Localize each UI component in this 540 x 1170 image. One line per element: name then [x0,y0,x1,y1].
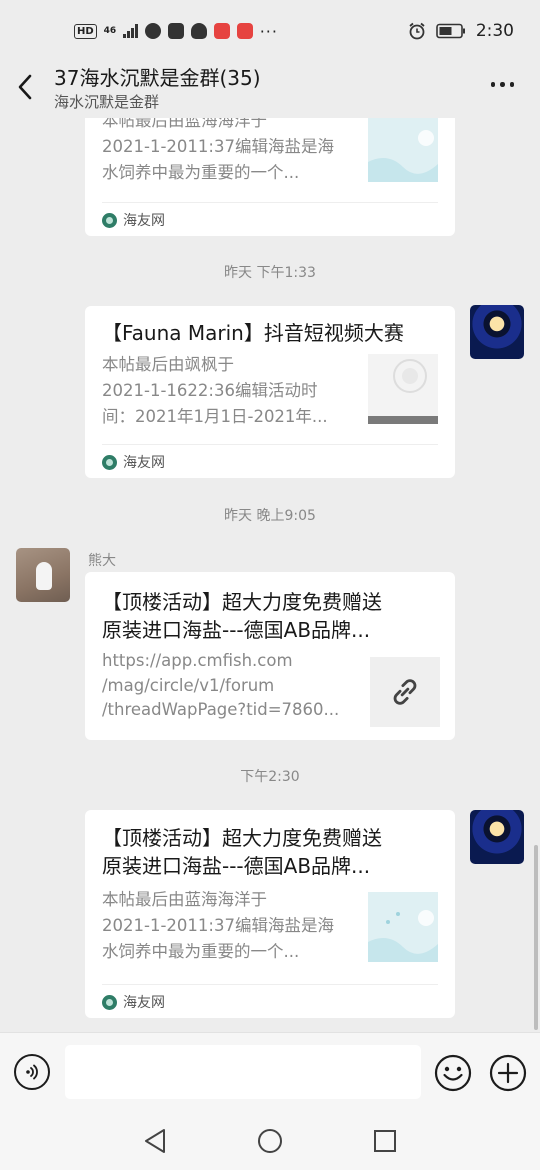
article-card[interactable]: 本帖最后由蓝海海洋于 2021-1-2011:37编辑海盐是海 水饲养中最为重要… [85,118,455,236]
battery-icon [436,23,465,39]
article-description: 本帖最后由蓝海海洋于 2021-1-2011:37编辑海盐是海 水饲养中最为重要… [102,890,334,961]
divider [102,984,438,985]
divider [102,202,438,203]
link-url: https://app.cmfish.com /mag/circle/v1/fo… [102,651,340,719]
link-icon [393,679,417,705]
article-source: 海友网 [102,210,165,230]
status-bar: HD 46 ··· 2:30 [0,0,540,62]
sender-avatar[interactable] [16,548,70,602]
hd-indicator: HD [74,23,97,39]
chat-subtitle: 海水沉默是金群 [54,93,160,111]
network-type: 46 [103,25,117,36]
message-timestamp: 昨天 下午1:33 [224,265,316,281]
app-notification-icon [144,23,161,39]
more-notifications-icon: ··· [259,21,278,41]
qq-icon [190,23,207,39]
article-description: 本帖最后由飒枫于 2021-1-1622:36编辑活动时 间：2021年1月1日… [102,355,328,426]
article-source: 海友网 [102,452,165,472]
scrollbar[interactable] [534,845,538,1030]
link-thumbnail [370,657,440,727]
link-title: 【顶楼活动】超大力度免费赠送 原装进口海盐---德国AB品牌... [102,590,382,642]
more-options-icon[interactable] [490,82,514,87]
source-logo-icon [102,212,117,228]
voice-input-button[interactable] [14,1054,50,1090]
nav-back-icon[interactable] [140,1126,170,1156]
article-thumbnail [368,354,438,424]
article-card[interactable]: 【Fauna Marin】抖音短视频大赛 本帖最后由飒枫于 2021-1-162… [85,306,455,478]
sender-name: 熊大 [88,553,116,569]
clock: 2:30 [475,21,514,41]
source-logo-icon [102,454,117,470]
chat-title: 37海水沉默是金群(35) [54,66,261,90]
article-title: 【Fauna Marin】抖音短视频大赛 [102,321,404,345]
my-avatar[interactable] [470,810,524,864]
message-timestamp: 下午2:30 [240,769,300,785]
app-notification-icon [167,23,184,39]
signal-icon [123,24,138,38]
article-thumbnail [368,892,438,962]
my-avatar[interactable] [470,305,524,359]
chat-header: 37海水沉默是金群(35) 海水沉默是金群 [0,62,540,118]
app-notification-icon [236,23,253,39]
divider [102,444,438,445]
article-card[interactable]: 【顶楼活动】超大力度免费赠送 原装进口海盐---德国AB品牌... 本帖最后由蓝… [85,810,455,1018]
more-functions-button[interactable] [489,1054,527,1092]
emoji-button[interactable] [434,1054,472,1092]
article-title: 【顶楼活动】超大力度免费赠送 原装进口海盐---德国AB品牌... [102,826,382,878]
app-notification-icon [213,23,230,39]
article-source: 海友网 [102,992,165,1012]
alarm-icon [409,22,425,40]
nav-recents-icon[interactable] [370,1126,400,1156]
article-description: 本帖最后由蓝海海洋于 2021-1-2011:37编辑海盐是海 水饲养中最为重要… [102,118,334,182]
message-timestamp: 昨天 晚上9:05 [224,508,316,524]
input-bar [0,1032,540,1114]
message-list[interactable]: 本帖最后由蓝海海洋于 2021-1-2011:37编辑海盐是海 水饲养中最为重要… [0,118,540,1032]
article-thumbnail [368,118,438,182]
system-navigation-bar [0,1114,540,1170]
nav-home-icon[interactable] [255,1126,285,1156]
voice-icon [26,1064,38,1080]
source-logo-icon [102,994,117,1010]
back-icon[interactable] [14,72,40,102]
link-card[interactable]: 【顶楼活动】超大力度免费赠送 原装进口海盐---德国AB品牌... https:… [85,572,455,740]
message-input[interactable] [65,1045,421,1099]
